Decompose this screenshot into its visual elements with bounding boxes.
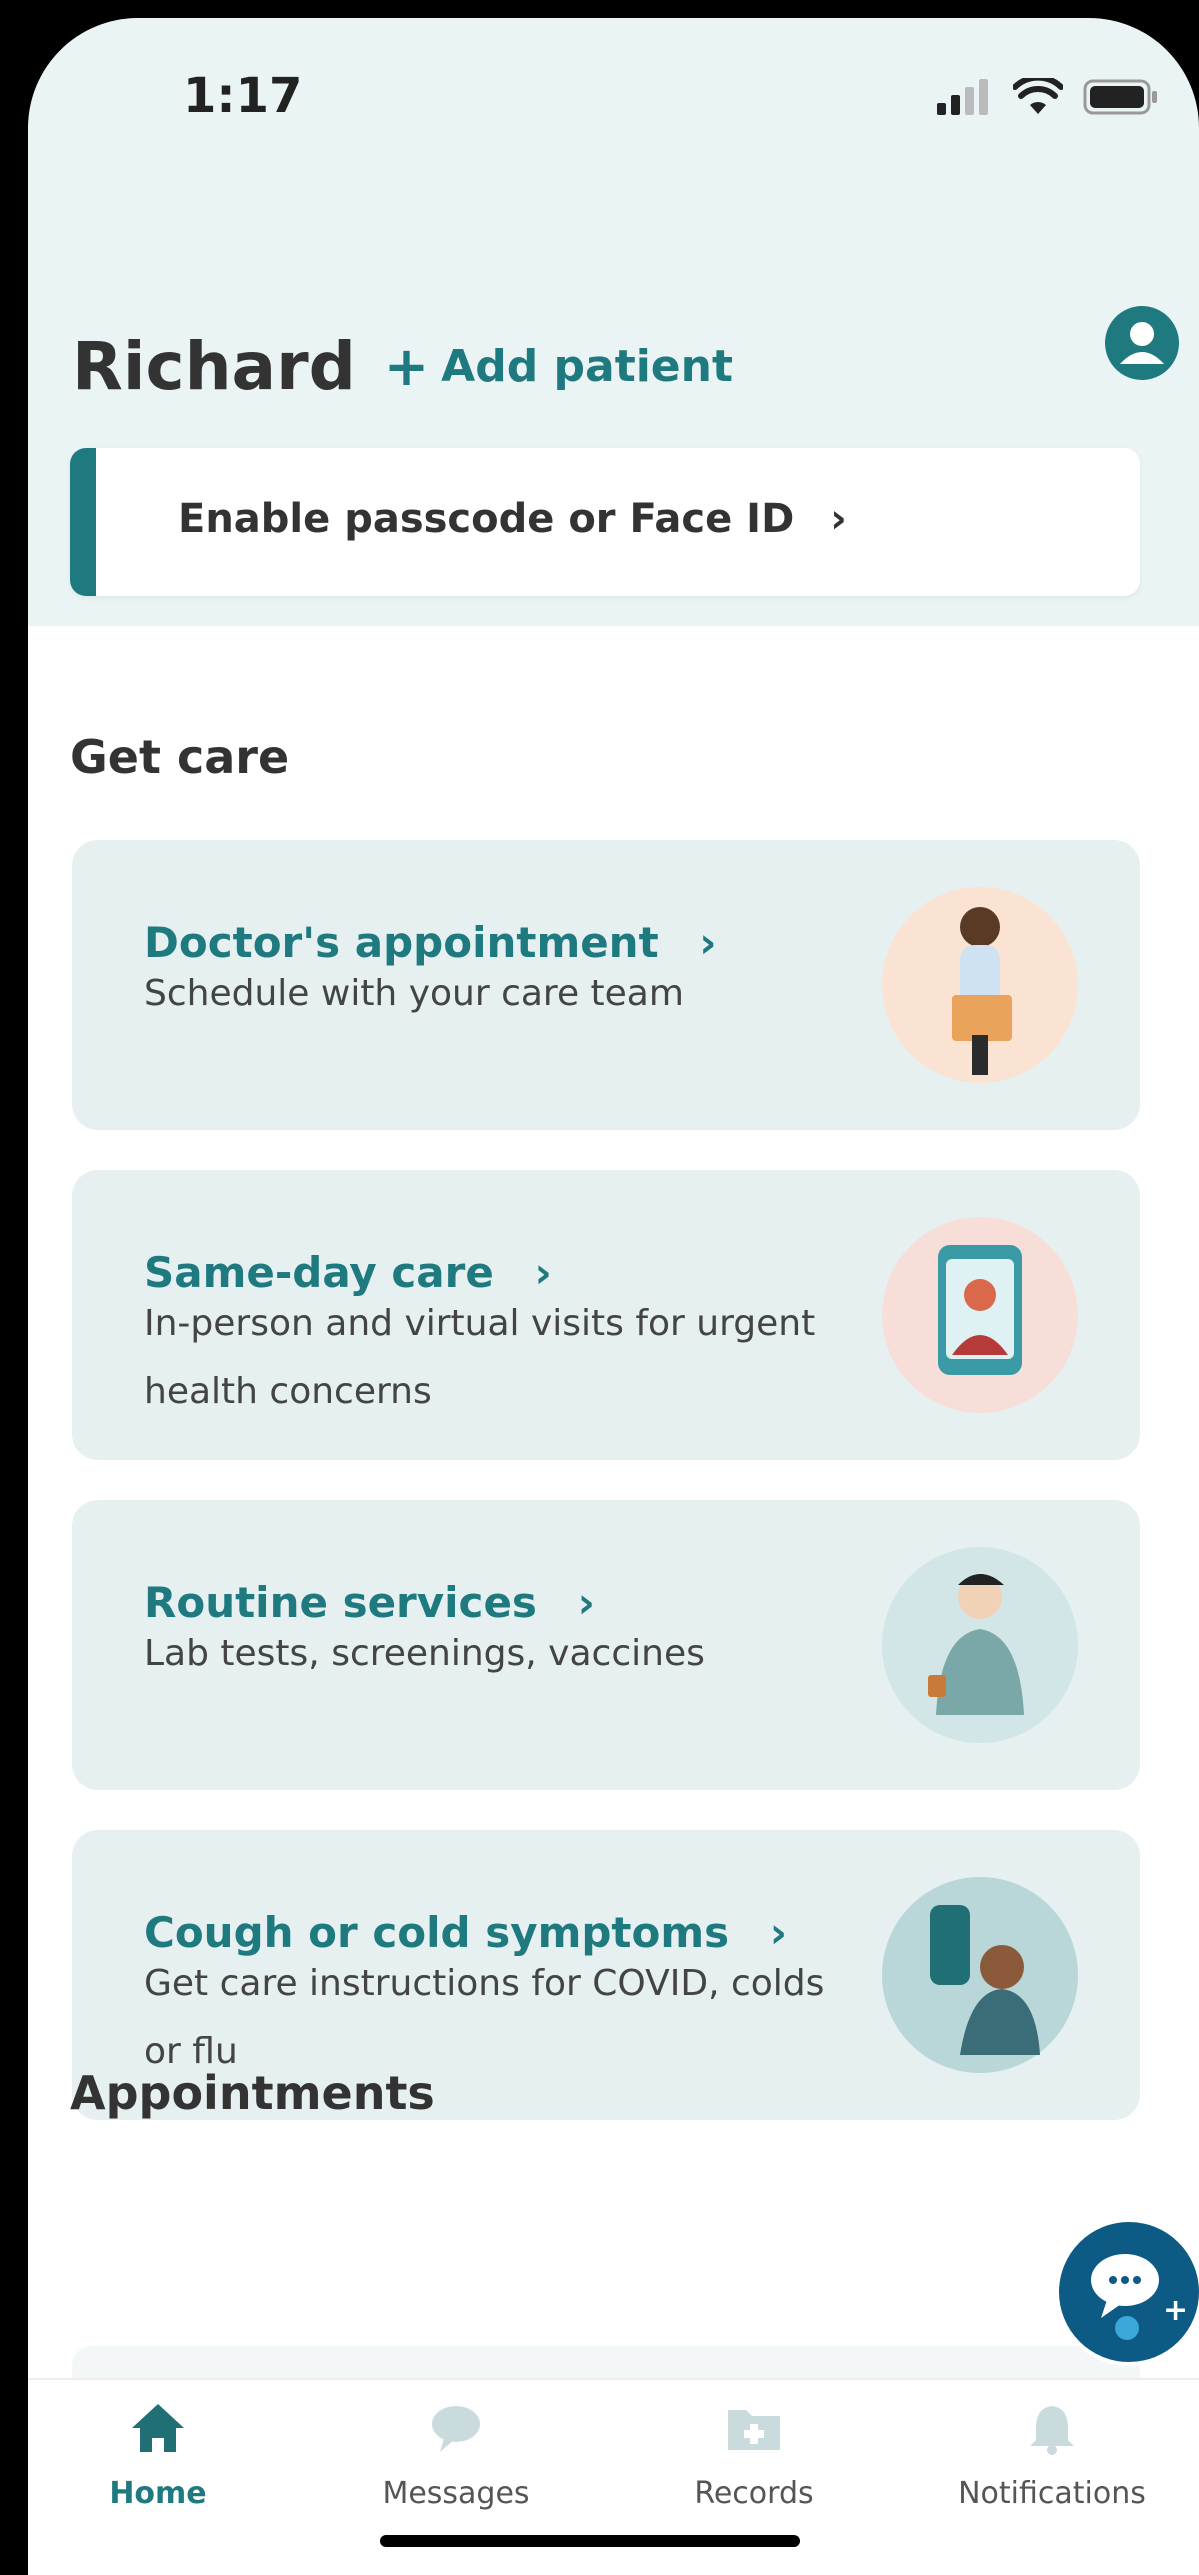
nav-label: Home [109,2476,207,2511]
nav-notifications[interactable]: Notifications [922,2400,1182,2511]
status-icons [937,78,1159,116]
enable-passcode-banner[interactable]: Enable passcode or Face ID › [70,448,1140,596]
phone-screen: 1:17 Richard + Add patient Enable passco… [28,18,1199,2575]
chevron-right-icon: › [830,496,847,542]
get-care-title: Get care [70,730,290,784]
content-sheet: Get care Doctor's appointment › Schedule… [28,626,1199,2386]
card-desc: Schedule with your care team [144,960,904,1028]
wifi-icon [1013,78,1063,114]
card-same-day-care[interactable]: Same-day care › In-person and virtual vi… [72,1170,1140,1460]
person-icon [1120,322,1164,364]
video-visit-illustration-icon [882,1217,1078,1413]
card-desc: In-person and virtual visits for urgent … [144,1290,904,1426]
card-desc: Lab tests, screenings, vaccines [144,1620,904,1688]
add-patient-label: Add patient [441,341,734,392]
battery-icon [1083,79,1157,115]
nav-label: Notifications [958,2476,1146,2511]
card-doctors-appointment[interactable]: Doctor's appointment › Schedule with you… [72,840,1140,1130]
nav-records[interactable]: Records [624,2400,884,2511]
bell-icon [1030,2406,1074,2455]
patient-header: Richard + Add patient [72,328,733,405]
card-desc-line: In-person and virtual visits for urgent [144,1303,816,1344]
doctor-illustration-icon [882,887,1078,1083]
profile-button[interactable] [1105,306,1179,380]
nurse-illustration-icon [882,1547,1078,1743]
patient-name: Richard [72,328,356,405]
banner-accent-bar [70,448,96,596]
card-desc-line: health concerns [144,1371,432,1412]
status-time: 1:17 [183,68,303,124]
chat-fab-button[interactable]: + [1055,2218,1199,2366]
plus-icon: + [383,335,430,398]
nav-label: Messages [382,2476,530,2511]
card-desc-line: Schedule with your care team [144,973,684,1014]
add-patient-button[interactable]: + Add patient [384,335,733,398]
chat-bubble-icon: + [1091,2254,1188,2340]
status-bar: 1:17 [28,18,1199,168]
card-desc-line: Get care instructions for COVID, colds [144,1963,825,2004]
signal-icon [937,79,988,115]
card-routine-services[interactable]: Routine services › Lab tests, screenings… [72,1500,1140,1790]
appointments-title: Appointments [70,2066,435,2120]
svg-text:+: + [1163,2293,1188,2328]
nav-label: Records [694,2476,814,2511]
sick-person-illustration-icon [882,1877,1078,2073]
folder-icon [728,2410,780,2450]
home-icon [132,2404,184,2452]
chat-icon [432,2406,480,2452]
nav-messages[interactable]: Messages [326,2400,586,2511]
banner-label: Enable passcode or Face ID [178,496,795,542]
nav-home[interactable]: Home [28,2400,288,2511]
banner-text: Enable passcode or Face ID › [178,496,847,542]
card-desc-line: Lab tests, screenings, vaccines [144,1633,705,1674]
home-indicator[interactable] [380,2535,800,2547]
